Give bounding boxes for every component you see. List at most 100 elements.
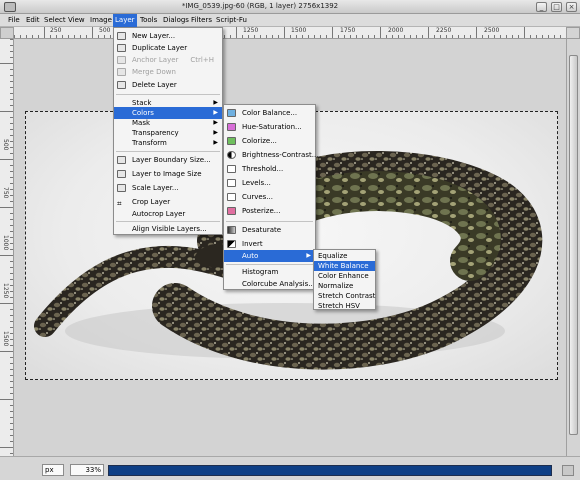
ruler-tick (0, 399, 13, 400)
ruler-tick (500, 35, 501, 38)
ruler-tick (110, 35, 111, 38)
menu-item-label: Levels... (242, 179, 271, 187)
ruler-tick (10, 183, 13, 184)
menu-item-stretch-hsv[interactable]: Stretch HSV (314, 301, 375, 311)
menu-item-label: White Balance (318, 262, 369, 270)
menu-file[interactable]: File (6, 16, 22, 24)
menu-item-duplicate-layer[interactable]: Duplicate Layer (114, 42, 222, 54)
menu-item-autocrop-layer[interactable]: Autocrop Layer (114, 208, 222, 220)
ruler-tick (428, 27, 429, 38)
menu-item-crop-layer[interactable]: ⌗ Crop Layer (114, 196, 222, 208)
menu-item-label: Stretch Contrast (318, 292, 376, 300)
menu-item-histogram[interactable]: Histogram (224, 266, 315, 278)
vertical-scrollbar[interactable] (566, 39, 580, 456)
menu-item-levels[interactable]: Levels... (224, 177, 315, 189)
cancel-icon[interactable] (562, 465, 574, 476)
ruler-tick (10, 369, 13, 370)
ruler-tick (10, 69, 13, 70)
colors-submenu: Color Balance... Hue-Saturation... Color… (223, 104, 318, 290)
menu-item-invert[interactable]: Invert (224, 238, 315, 250)
ruler-tick (0, 303, 13, 304)
menu-item-posterize[interactable]: Posterize... (224, 205, 315, 217)
menu-item-equalize[interactable]: Equalize (314, 251, 375, 261)
menu-item-merge-down[interactable]: Merge Down (114, 66, 222, 78)
ruler-tick (10, 309, 13, 310)
menu-item-scale-layer[interactable]: Scale Layer... (114, 182, 222, 194)
ruler-tick (488, 35, 489, 38)
menu-item-layer-to-image-size[interactable]: Layer to Image Size (114, 168, 222, 180)
zoom-select[interactable]: 33% (70, 464, 104, 476)
ruler-tick (10, 279, 13, 280)
ruler-tick (464, 35, 465, 38)
menu-item-colorize[interactable]: Colorize... (224, 135, 315, 147)
ruler-label: 500 (99, 27, 111, 34)
menu-select[interactable]: Select (42, 16, 68, 24)
menu-item-white-balance[interactable]: White Balance (314, 261, 375, 271)
ruler-tick (518, 35, 519, 38)
ruler-tick (302, 35, 303, 38)
menu-view[interactable]: View (66, 16, 87, 24)
menu-image[interactable]: Image (88, 16, 114, 24)
ruler-tick (356, 35, 357, 38)
invert-icon (227, 240, 236, 248)
menu-script-fu[interactable]: Script-Fu (214, 16, 249, 24)
menu-item-label: Layer to Image Size (132, 170, 202, 178)
vertical-ruler[interactable]: 500 750 1000 1250 1500 (0, 39, 14, 456)
ruler-label: 2500 (484, 27, 500, 34)
navigate-icon[interactable] (566, 27, 580, 39)
unit-select[interactable]: px (42, 464, 64, 476)
ruler-tick (74, 35, 75, 38)
menu-layer[interactable]: Layer (113, 14, 137, 27)
menu-item-desaturate[interactable]: Desaturate (224, 224, 315, 236)
menu-dialogs[interactable]: Dialogs (161, 16, 191, 24)
ruler-tick (10, 99, 13, 100)
menu-item-stretch-contrast[interactable]: Stretch Contrast (314, 291, 375, 301)
scrollbar-thumb[interactable] (569, 55, 578, 435)
menu-item-align-visible-layers[interactable]: Align Visible Layers... (114, 223, 222, 235)
menu-item-color-enhance[interactable]: Color Enhance (314, 271, 375, 281)
menu-item-layer-boundary-size[interactable]: Layer Boundary Size... (114, 154, 222, 166)
close-icon[interactable]: × (566, 2, 577, 12)
menu-tools[interactable]: Tools (138, 16, 159, 24)
menu-item-curves[interactable]: Curves... (224, 191, 315, 203)
ruler-tick (266, 35, 267, 38)
levels-icon (227, 179, 236, 187)
menu-item-normalize[interactable]: Normalize (314, 281, 375, 291)
ruler-tick (242, 35, 243, 38)
ruler-tick (542, 35, 543, 38)
menu-item-label: Invert (242, 240, 263, 248)
menu-item-delete-layer[interactable]: Delete Layer (114, 79, 222, 91)
menu-item-label: Transform (132, 139, 167, 147)
ruler-tick (10, 345, 13, 346)
anchor-icon (117, 56, 126, 64)
quick-mask-corner-button[interactable] (0, 27, 14, 39)
menu-item-label: Colorcube Analysis... (242, 280, 315, 288)
menu-filters[interactable]: Filters (189, 16, 214, 24)
ruler-label: 1500 (2, 331, 9, 347)
menu-item-hue-saturation[interactable]: Hue-Saturation... (224, 121, 315, 133)
menu-item-threshold[interactable]: Threshold... (224, 163, 315, 175)
minimize-icon[interactable]: _ (536, 2, 547, 12)
menu-edit[interactable]: Edit (24, 16, 42, 24)
horizontal-ruler[interactable]: 250 500 750 1000 1250 1500 1750 2000 225… (14, 27, 566, 39)
ruler-tick (260, 35, 261, 38)
menu-item-new-layer[interactable]: New Layer... (114, 30, 222, 42)
menu-item-brightness-contrast[interactable]: Brightness-Contrast... (224, 149, 318, 161)
ruler-tick (10, 285, 13, 286)
menu-item-colorcube-analysis[interactable]: Colorcube Analysis... (224, 278, 315, 290)
ruler-tick (284, 27, 285, 38)
menu-item-auto[interactable]: Auto ▶ (224, 250, 315, 262)
menu-item-transform[interactable]: Transform ▶ (114, 137, 222, 149)
ruler-tick (80, 35, 81, 38)
ruler-tick (404, 35, 405, 38)
ruler-tick (344, 35, 345, 38)
ruler-tick (446, 35, 447, 38)
ruler-tick (10, 327, 13, 328)
menu-item-anchor-layer[interactable]: Anchor Layer Ctrl+H (114, 54, 222, 66)
maximize-icon[interactable]: □ (551, 2, 562, 12)
ruler-tick (482, 35, 483, 38)
menu-item-label: Duplicate Layer (132, 44, 188, 52)
ruler-label: 1250 (2, 283, 9, 299)
menu-item-color-balance[interactable]: Color Balance... (224, 107, 315, 119)
ruler-tick (440, 35, 441, 38)
